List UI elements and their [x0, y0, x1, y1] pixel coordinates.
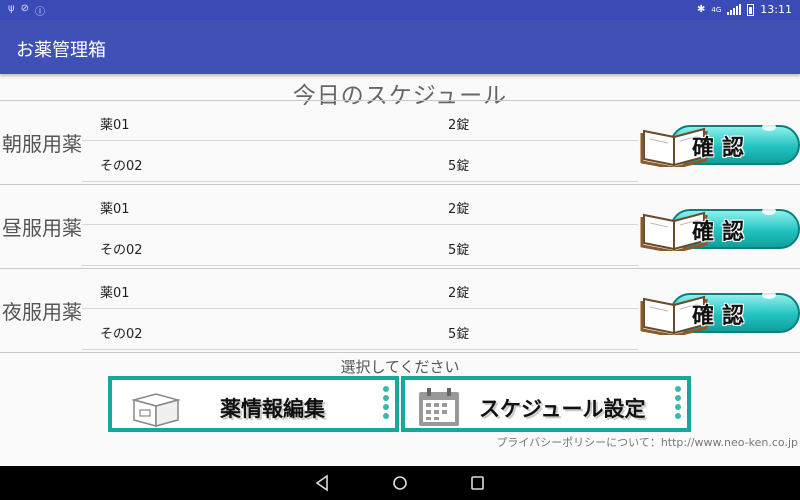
medicine-name: 薬01	[100, 118, 130, 133]
select-prompt: 選択してください	[340, 358, 460, 376]
back-icon[interactable]	[314, 474, 330, 492]
period-row-night: 夜服用薬 薬01 2錠 その02 5錠 確認	[0, 268, 800, 353]
medicine-quantity: 5錠	[448, 327, 470, 342]
period-row-morning: 朝服用薬 薬01 2錠 その02 5錠 確認	[0, 100, 800, 184]
medicine-quantity: 5錠	[448, 243, 470, 258]
medicine-quantity: 5錠	[448, 159, 470, 174]
confirm-button-noon[interactable]: 確認	[640, 203, 800, 255]
app-title: お薬管理箱	[16, 40, 106, 61]
medicine-edit-label: 薬情報編集	[220, 397, 325, 421]
home-icon[interactable]	[392, 474, 408, 492]
decorative-dots	[675, 386, 681, 419]
pill-highlight	[762, 207, 776, 215]
period-row-noon: 昼服用薬 薬01 2錠 その02 5錠 確認	[0, 184, 800, 268]
confirm-label: 確認	[692, 304, 753, 329]
confirm-label: 確認	[692, 220, 753, 245]
period-label: 夜服用薬	[2, 300, 82, 324]
network-type: 4G	[711, 5, 722, 14]
medicine-row: その02 5錠	[82, 310, 638, 350]
privacy-policy-link[interactable]: プライバシーポリシーについて：http://www.neo-ken.co.jp	[496, 434, 798, 450]
medicine-quantity: 2錠	[448, 202, 470, 217]
pill-highlight	[762, 291, 776, 299]
status-right-icons: ✱ 4G 13:11	[697, 3, 792, 16]
confirm-button-night[interactable]: 確認	[640, 287, 800, 339]
medicine-name: その02	[100, 243, 143, 258]
medicine-row: 薬01 2錠	[82, 185, 638, 225]
medicine-name: 薬01	[100, 202, 130, 217]
schedule-settings-label: スケジュール設定	[479, 397, 646, 421]
wifi-off-icon: ⊘	[20, 3, 29, 14]
status-left-icons: ψ ⊘ ⓘ	[8, 3, 45, 18]
medicine-name: その02	[100, 159, 143, 174]
bluetooth-icon: ✱	[697, 4, 706, 15]
period-label: 朝服用薬	[2, 132, 82, 156]
status-bar: ψ ⊘ ⓘ ✱ 4G 13:11	[0, 0, 800, 20]
recents-icon[interactable]	[470, 474, 486, 492]
box-icon	[131, 393, 181, 427]
medicine-edit-button[interactable]: 薬情報編集	[108, 376, 399, 432]
info-icon: ⓘ	[35, 7, 45, 18]
app-bar: お薬管理箱	[0, 20, 800, 74]
medicine-quantity: 2錠	[448, 286, 470, 301]
system-nav-bar	[0, 466, 800, 500]
medicine-row: その02 5錠	[82, 226, 638, 266]
medicine-name: その02	[100, 327, 143, 342]
battery-icon	[747, 3, 755, 16]
medicine-row: 薬01 2錠	[82, 101, 638, 141]
signal-icon	[727, 4, 742, 15]
period-label: 昼服用薬	[2, 216, 82, 240]
confirm-label: 確認	[692, 136, 753, 161]
decorative-dots	[383, 386, 389, 419]
pill-highlight	[762, 123, 776, 131]
confirm-button-morning[interactable]: 確認	[640, 119, 800, 171]
medicine-row: その02 5錠	[82, 142, 638, 182]
calendar-icon	[419, 388, 459, 426]
medicine-quantity: 2錠	[448, 118, 470, 133]
clock: 13:11	[760, 3, 792, 16]
medicine-name: 薬01	[100, 286, 130, 301]
medicine-row: 薬01 2錠	[82, 269, 638, 309]
schedule-settings-button[interactable]: スケジュール設定	[401, 376, 691, 432]
usb-icon: ψ	[8, 3, 15, 14]
